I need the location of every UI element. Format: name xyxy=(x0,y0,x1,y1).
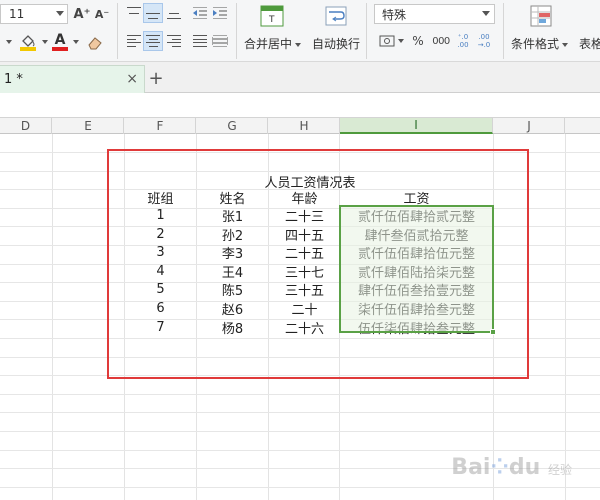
decrease-decimal-button[interactable]: .00 →.0 xyxy=(476,30,492,52)
chevron-down-icon[interactable] xyxy=(40,33,48,51)
svg-text:T: T xyxy=(268,15,275,25)
chevron-down-icon[interactable] xyxy=(396,33,404,49)
align-right-icon xyxy=(167,35,181,47)
align-left-button[interactable] xyxy=(124,32,144,50)
fill-color-button[interactable] xyxy=(17,30,39,54)
align-middle-button[interactable] xyxy=(143,3,163,23)
clear-format-button[interactable] xyxy=(84,30,106,54)
align-middle-icon xyxy=(146,7,160,19)
close-icon[interactable]: × xyxy=(126,71,138,87)
chevron-down-icon xyxy=(56,11,64,16)
highlight-box xyxy=(107,149,529,379)
column-header-h[interactable]: H xyxy=(269,118,340,134)
new-tab-button[interactable]: + xyxy=(148,65,163,91)
align-left-icon xyxy=(127,35,141,47)
percent-button[interactable]: % xyxy=(410,32,426,50)
currency-button[interactable] xyxy=(378,32,398,50)
font-size-value: 11 xyxy=(9,7,25,21)
document-tab-title: 1 * xyxy=(4,72,23,87)
column-header-i[interactable]: I xyxy=(340,118,493,134)
column-header-row: D E F G H I J xyxy=(0,117,600,134)
number-format-value: 特殊 xyxy=(382,7,407,22)
conditional-format-icon xyxy=(530,5,552,27)
currency-icon xyxy=(379,35,395,47)
wrap-text-icon xyxy=(325,6,347,26)
chevron-down-icon[interactable] xyxy=(71,33,79,51)
align-center-button[interactable] xyxy=(143,31,163,51)
decrease-indent-button[interactable] xyxy=(190,4,210,22)
shrink-font-button[interactable]: A⁻ xyxy=(94,5,110,23)
column-header-g[interactable]: G xyxy=(197,118,268,134)
chevron-down-icon xyxy=(482,11,490,16)
merge-center-button[interactable]: T xyxy=(259,4,285,28)
chevron-down-icon xyxy=(295,42,302,47)
align-top-icon xyxy=(127,7,141,19)
column-header-d[interactable]: D xyxy=(0,118,52,134)
font-size-select[interactable]: 11 xyxy=(0,4,68,24)
chevron-down-icon[interactable] xyxy=(4,32,12,52)
justify-button[interactable] xyxy=(190,32,210,50)
column-header-e[interactable]: E xyxy=(53,118,124,134)
ribbon-toolbar: 11 A⁺ A⁻ A T 合并居中 自动换行 特殊 % 000 ⁺.0 .00 … xyxy=(0,0,600,62)
align-bottom-icon xyxy=(167,7,181,19)
distributed-icon xyxy=(212,35,228,47)
align-top-button[interactable] xyxy=(124,4,144,22)
table-style-label[interactable]: 表格 xyxy=(579,35,600,52)
font-color-swatch xyxy=(52,47,68,51)
number-format-select[interactable]: 特殊 xyxy=(374,4,495,24)
grow-font-button[interactable]: A⁺ xyxy=(74,5,91,23)
wrap-text-button[interactable] xyxy=(323,4,349,28)
align-center-icon xyxy=(146,35,160,47)
outdent-icon xyxy=(193,7,207,19)
font-color-icon: A xyxy=(54,32,66,48)
merge-cells-icon: T xyxy=(260,5,284,27)
align-bottom-button[interactable] xyxy=(164,4,184,22)
chevron-down-icon xyxy=(562,42,569,47)
merge-center-label-wrap[interactable]: 合并居中 xyxy=(244,35,302,52)
conditional-format-label-wrap[interactable]: 条件格式 xyxy=(511,35,569,52)
document-tab-bar: 1 * × xyxy=(0,62,600,93)
align-right-button[interactable] xyxy=(164,32,184,50)
column-header-f[interactable]: F xyxy=(125,118,196,134)
column-header-j[interactable]: J xyxy=(494,118,565,134)
indent-icon xyxy=(213,7,227,19)
wrap-text-label[interactable]: 自动换行 xyxy=(312,35,360,52)
watermark: Bai⁘du 经验 xyxy=(451,455,572,480)
justify-icon xyxy=(193,35,207,47)
increase-indent-button[interactable] xyxy=(210,4,230,22)
thousands-separator-button[interactable]: 000 xyxy=(428,32,454,50)
conditional-format-button[interactable] xyxy=(528,3,554,29)
eraser-icon xyxy=(88,37,102,50)
fill-color-swatch xyxy=(20,47,36,51)
font-color-button[interactable]: A xyxy=(50,30,70,54)
increase-decimal-button[interactable]: ⁺.0 .00 xyxy=(455,30,471,52)
document-tab[interactable]: 1 * × xyxy=(0,65,145,93)
distributed-align-button[interactable] xyxy=(210,32,230,50)
paint-bucket-icon xyxy=(22,35,35,47)
